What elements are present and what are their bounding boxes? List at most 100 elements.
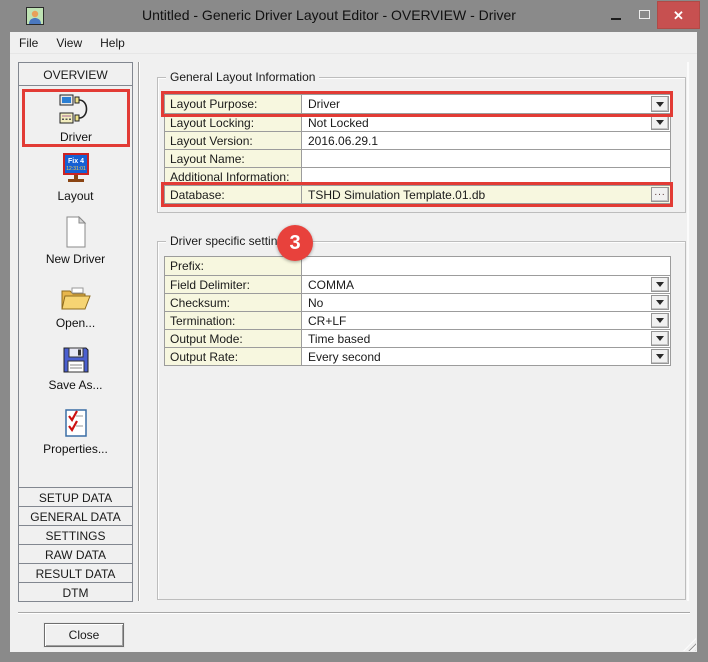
chevron-down-icon <box>656 336 664 341</box>
termination-label: Termination: <box>165 312 302 329</box>
database-field[interactable]: TSHD Simulation Template.01.db... <box>302 186 670 203</box>
tool-new-driver[interactable]: New Driver <box>22 214 129 263</box>
menu-bar: FileViewHelp <box>10 32 697 54</box>
overview-button[interactable]: OVERVIEW <box>18 62 133 86</box>
menu-view[interactable]: View <box>47 32 91 54</box>
output-rate-dropdown-button[interactable] <box>651 349 669 364</box>
tool-label: Open... <box>22 316 129 331</box>
field-delimiter-dropdown-button[interactable] <box>651 277 669 292</box>
tool-driver[interactable]: Driver <box>22 89 130 147</box>
layout-purpose-label: Layout Purpose: <box>165 95 302 113</box>
window-title: Untitled - Generic Driver Layout Editor … <box>60 7 598 23</box>
checksum-label: Checksum: <box>165 294 302 311</box>
output-rate-label: Output Rate: <box>165 348 302 365</box>
new-driver-icon <box>22 216 129 251</box>
tool-label: Properties... <box>22 442 129 457</box>
minimize-button[interactable] <box>602 0 630 29</box>
minimize-icon <box>611 18 621 20</box>
svg-text:Fix 4: Fix 4 <box>68 158 84 165</box>
driver-icon <box>25 94 127 129</box>
driver-specific-settings-group: Driver specific settings Prefix:Field De… <box>157 241 686 600</box>
menu-file[interactable]: File <box>10 32 47 54</box>
save-icon <box>22 346 129 377</box>
properties-icon <box>22 408 129 441</box>
output-mode-dropdown[interactable]: Time based <box>302 330 670 347</box>
chevron-down-icon <box>656 282 664 287</box>
menu-help[interactable]: Help <box>91 32 134 54</box>
sidebar: OVERVIEW DriverFix 412:31:01LayoutNew Dr… <box>18 62 133 601</box>
sidebar-item-raw-data[interactable]: RAW DATA <box>18 544 133 564</box>
layout-locking-dropdown[interactable]: Not Locked <box>302 114 670 131</box>
tool-label: Save As... <box>22 378 129 393</box>
layout-name-label: Layout Name: <box>165 150 302 167</box>
chevron-down-icon <box>656 102 664 107</box>
additional-information-label: Additional Information: <box>165 168 302 185</box>
chevron-down-icon <box>656 318 664 323</box>
checksum-dropdown[interactable]: No <box>302 294 670 311</box>
tool-save-as[interactable]: Save As... <box>22 344 129 389</box>
termination-dropdown-button[interactable] <box>651 313 669 328</box>
group-title: Driver specific settings <box>166 234 294 248</box>
open-folder-icon <box>22 284 129 315</box>
chevron-down-icon <box>656 354 664 359</box>
driver-settings-table: Prefix:Field Delimiter:COMMAChecksum:NoT… <box>164 256 671 366</box>
table-row: Layout Version:2016.06.29.1 <box>165 131 670 149</box>
panel-right-edge <box>687 62 689 601</box>
table-row: Termination:CR+LF <box>165 311 670 329</box>
ellipsis-icon: ... <box>654 188 665 198</box>
layout-icon: Fix 412:31:01 <box>22 153 129 188</box>
layout-locking-label: Layout Locking: <box>165 114 302 131</box>
chevron-down-icon <box>656 300 664 305</box>
database-browse-button[interactable]: ... <box>651 187 669 202</box>
layout-version-field[interactable]: 2016.06.29.1 <box>302 132 670 149</box>
annotation-badge: 3 <box>277 225 313 261</box>
tool-label: Driver <box>25 130 127 145</box>
chevron-down-icon <box>656 120 664 125</box>
table-row: Layout Locking:Not Locked <box>165 113 670 131</box>
tool-layout[interactable]: Fix 412:31:01Layout <box>22 151 129 201</box>
tool-open[interactable]: Open... <box>22 282 129 327</box>
additional-information-field[interactable] <box>302 168 670 185</box>
prefix-label: Prefix: <box>165 257 302 275</box>
output-mode-dropdown-button[interactable] <box>651 331 669 346</box>
title-bar[interactable]: Untitled - Generic Driver Layout Editor … <box>0 0 708 32</box>
sidebar-item-result-data[interactable]: RESULT DATA <box>18 563 133 583</box>
sidebar-item-general-data[interactable]: GENERAL DATA <box>18 506 133 526</box>
tool-label: Layout <box>22 189 129 204</box>
layout-purpose-dropdown[interactable]: Driver <box>302 95 670 113</box>
general-layout-table: Layout Purpose:DriverLayout Locking:Not … <box>164 94 671 204</box>
maximize-button[interactable] <box>632 0 656 29</box>
sidebar-item-settings[interactable]: SETTINGS <box>18 525 133 545</box>
checksum-dropdown-button[interactable] <box>651 295 669 310</box>
output-rate-dropdown[interactable]: Every second <box>302 348 670 365</box>
table-row: Database:TSHD Simulation Template.01.db.… <box>165 185 670 203</box>
close-window-button[interactable]: ✕ <box>657 1 700 29</box>
group-title: General Layout Information <box>166 70 319 84</box>
table-row: Additional Information: <box>165 167 670 185</box>
layout-version-label: Layout Version: <box>165 132 302 149</box>
layout-name-field[interactable] <box>302 150 670 167</box>
field-delimiter-label: Field Delimiter: <box>165 276 302 293</box>
app-window: Untitled - Generic Driver Layout Editor … <box>0 0 708 662</box>
app-icon <box>26 7 44 25</box>
maximize-icon <box>639 10 650 19</box>
svg-text:12:31:01: 12:31:01 <box>66 166 86 172</box>
resize-grip[interactable] <box>683 638 696 651</box>
layout-purpose-dropdown-button[interactable] <box>651 96 669 112</box>
prefix-field[interactable] <box>302 257 670 275</box>
field-delimiter-dropdown[interactable]: COMMA <box>302 276 670 293</box>
sidebar-item-setup-data[interactable]: SETUP DATA <box>18 487 133 507</box>
close-button[interactable]: Close <box>44 623 124 647</box>
termination-dropdown[interactable]: CR+LF <box>302 312 670 329</box>
panel-splitter[interactable] <box>138 62 140 601</box>
table-row: Layout Name: <box>165 149 670 167</box>
table-row: Output Mode:Time based <box>165 329 670 347</box>
layout-locking-dropdown-button[interactable] <box>651 115 669 130</box>
table-row: Checksum:No <box>165 293 670 311</box>
database-label: Database: <box>165 186 302 203</box>
table-row: Prefix: <box>165 257 670 275</box>
tool-properties[interactable]: Properties... <box>22 406 129 453</box>
tool-label: New Driver <box>22 252 129 267</box>
sidebar-item-dtm[interactable]: DTM <box>18 582 133 602</box>
client-area: OVERVIEW DriverFix 412:31:01LayoutNew Dr… <box>10 54 697 652</box>
